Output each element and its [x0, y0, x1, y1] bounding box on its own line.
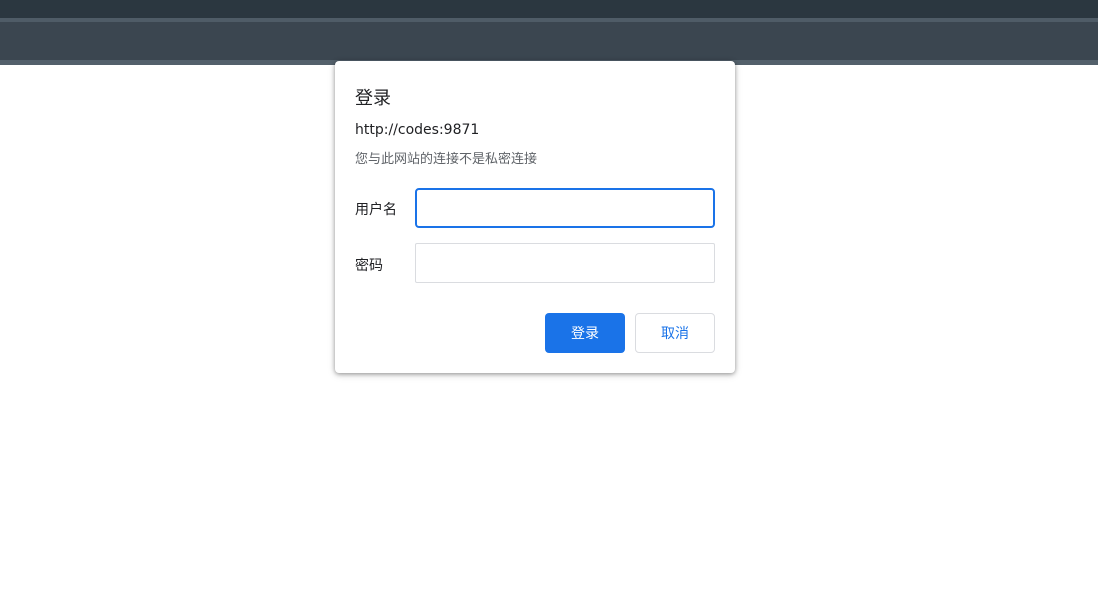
login-button[interactable]: 登录	[545, 313, 625, 353]
dialog-connection-warning: 您与此网站的连接不是私密连接	[355, 152, 538, 167]
username-input[interactable]	[415, 188, 715, 228]
topbar-strip-line	[0, 18, 1098, 22]
browser-topbar	[0, 0, 1098, 65]
dialog-title: 登录	[355, 88, 391, 109]
login-dialog: 登录 http://codes:9871 您与此网站的连接不是私密连接 用户名 …	[335, 61, 735, 373]
username-label: 用户名	[355, 202, 397, 218]
password-input[interactable]	[415, 243, 715, 283]
dialog-origin-url: http://codes:9871	[355, 122, 480, 138]
password-label: 密码	[355, 258, 383, 274]
cancel-button[interactable]: 取消	[635, 313, 715, 353]
topbar-strip-top	[0, 0, 1098, 18]
